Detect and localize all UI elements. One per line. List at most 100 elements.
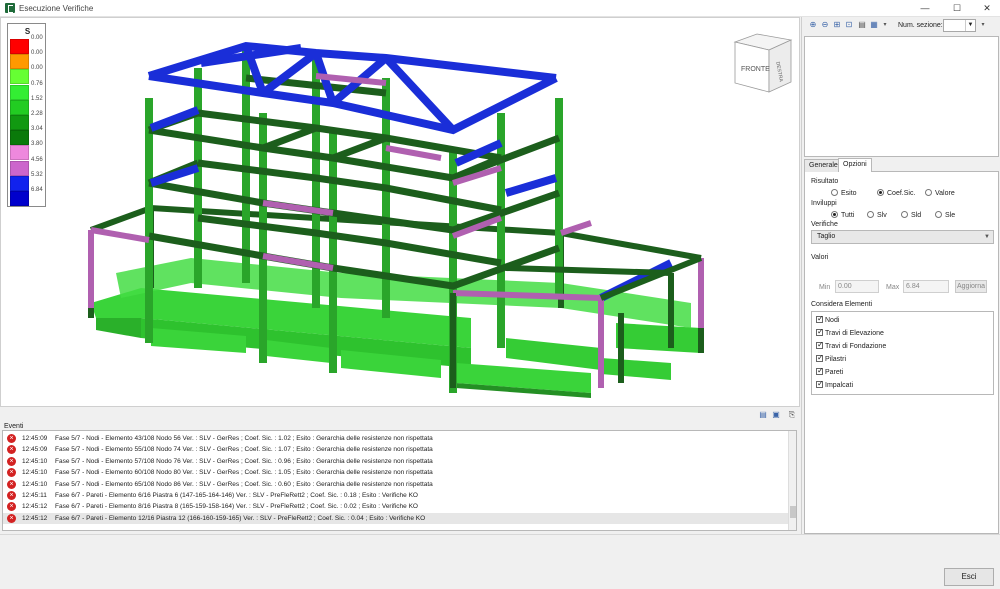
radio-icon (867, 211, 874, 218)
title-bar: Esecuzione Verifiche — ☐ ✕ (0, 0, 1000, 17)
legend-swatch (10, 54, 29, 70)
legend-value: 2.28 (31, 111, 43, 117)
events-scrollbar[interactable] (788, 431, 796, 530)
error-icon: × (7, 491, 16, 500)
max-label: Max (886, 284, 900, 291)
checkbox-impalcati[interactable]: Impalcati (816, 379, 853, 389)
event-time: 12:45:10 (22, 457, 48, 465)
verifiche-select[interactable]: Taglio ▼ (811, 230, 994, 244)
zoom-out-icon[interactable]: ⊖ (820, 20, 830, 30)
radio-esito[interactable]: Esito (831, 189, 857, 197)
error-icon: × (7, 479, 16, 489)
close-button[interactable]: ✕ (972, 0, 1000, 16)
overflow-icon[interactable]: ▾ (880, 20, 890, 30)
clear-events-icon[interactable]: ⎘ (787, 410, 797, 420)
max-input[interactable]: 6.84 (903, 280, 949, 293)
event-row[interactable]: × 12:45:12 Fase 6/7 - Pareti - Elemento 8/… (3, 501, 788, 512)
maximize-button[interactable]: ☐ (942, 0, 972, 16)
event-text: Fase 5/7 - Nodi - Elemento 57/108 Nodo 7… (55, 457, 433, 465)
legend-swatch (10, 84, 29, 100)
view-cube[interactable]: FRONTE DESTRA (731, 28, 796, 98)
legend-value: 1.52 (31, 95, 43, 102)
considera-label: Considera Elementi (811, 301, 873, 308)
radio-checked-icon (831, 211, 838, 218)
radio-icon (925, 189, 932, 196)
event-time: 12:45:12 (22, 503, 48, 511)
panel-tabs: Generale Opzioni (804, 158, 999, 173)
checkbox-checked-icon (816, 353, 824, 362)
legend-swatch (10, 99, 29, 115)
event-row[interactable]: × 12:45:09 Fase 5/7 - Nodi - Elemento 55/1… (3, 444, 788, 455)
event-row[interactable]: × 12:45:10 Fase 5/7 - Nodi - Elemento 65/1… (3, 479, 788, 490)
events-list: × 12:45:09 Fase 5/7 - Nodi - Elemento 43/1… (2, 430, 797, 531)
radio-coef-sic[interactable]: Coef.Sic. (877, 189, 915, 197)
footer-area (0, 534, 1000, 589)
events-toolbar: ▤ ▣ ⎘ (0, 407, 800, 422)
radio-icon (831, 189, 838, 196)
checkbox-pilastri[interactable]: Pilastri (816, 353, 846, 363)
print-icon[interactable]: ▤ (857, 20, 867, 30)
chevron-down-icon: ▼ (984, 234, 990, 240)
num-sezione-select[interactable]: ▼ (943, 19, 976, 32)
checkbox-travi-fondazione[interactable]: Travi di Fondazione (816, 340, 886, 350)
checkbox-pareti[interactable]: Pareti (816, 366, 843, 376)
legend-value: 0.00 (31, 35, 43, 41)
export-events-icon[interactable]: ▤ (758, 410, 768, 420)
checkbox-nodi[interactable]: Nodi (816, 314, 839, 324)
right-panel: ⊕ ⊖ ⊞ ⊡ ▤ ▦ ▾ Num. sezione: ▼ ▾ Generale… (801, 17, 1000, 534)
legend-swatch (10, 130, 29, 146)
event-text: Fase 5/7 - Nodi - Elemento 55/108 Nodo 7… (55, 446, 433, 454)
risultato-label: Risultato (811, 178, 839, 185)
event-row[interactable]: × 12:45:10 Fase 5/7 - Nodi - Elemento 60/1… (3, 467, 788, 478)
radio-icon (901, 211, 908, 218)
export-icon[interactable]: ▦ (869, 20, 879, 30)
window-title: Esecuzione Verifiche (19, 4, 94, 13)
legend-swatch (10, 115, 29, 130)
legend-value: 0.00 (31, 65, 43, 72)
event-time: 12:45:11 (22, 492, 47, 499)
checkbox-checked-icon (816, 366, 824, 375)
checkbox-travi-elevazione[interactable]: Travi di Elevazione (816, 327, 884, 337)
event-text: Fase 5/7 - Nodi - Elemento 65/108 Nodo 8… (55, 480, 433, 488)
legend-value: 3.04 (31, 126, 43, 133)
event-text: Fase 5/7 - Nodi - Elemento 43/108 Nodo 5… (55, 435, 433, 442)
sections-list[interactable] (804, 36, 999, 157)
legend-value: 0.76 (31, 80, 43, 87)
event-row[interactable]: × 12:45:10 Fase 5/7 - Nodi - Elemento 57/1… (3, 456, 788, 467)
model-viewport[interactable]: S 0.00 0.00 0.00 0.76 1.52 2.28 3.04 3.80 4.56 5.… (0, 17, 800, 407)
tab-opzioni[interactable]: Opzioni (838, 158, 872, 173)
cube-front-label: FRONTE (741, 66, 770, 73)
inviluppi-label: Inviluppi (811, 200, 837, 207)
event-text: Fase 6/7 - Pareti - Elemento 8/16 Piastr… (55, 503, 418, 511)
checkbox-checked-icon (816, 340, 824, 349)
error-icon: × (7, 434, 16, 443)
zoom-in-icon[interactable]: ⊕ (808, 20, 818, 30)
event-row[interactable]: × 12:45:11 Fase 6/7 - Pareti - Elemento 6/… (3, 490, 788, 501)
esci-button[interactable]: Esci (944, 568, 994, 586)
radio-slv[interactable]: Slv (867, 211, 887, 219)
legend-value: 0.00 (31, 50, 43, 57)
event-text: Fase 5/7 - Nodi - Elemento 60/108 Nodo 8… (55, 469, 433, 477)
event-time: 12:45:09 (22, 435, 48, 442)
min-input[interactable]: 0.00 (835, 280, 879, 293)
view-toolbar: ⊕ ⊖ ⊞ ⊡ ▤ ▦ ▾ Num. sezione: ▼ ▾ (802, 17, 1000, 35)
window-icon[interactable]: ▣ (771, 410, 781, 420)
scroll-thumb[interactable] (790, 506, 796, 518)
radio-sld[interactable]: Sld (901, 211, 921, 219)
tab-generale[interactable]: Generale (804, 159, 843, 172)
error-icon: × (7, 502, 16, 512)
zoom-fit-icon[interactable]: ⊡ (844, 20, 854, 30)
zoom-window-icon[interactable]: ⊞ (832, 20, 842, 30)
overflow-icon-2[interactable]: ▾ (978, 20, 988, 30)
event-row[interactable]: × 12:45:09 Fase 5/7 - Nodi - Elemento 43/1… (3, 433, 788, 444)
event-time: 12:45:09 (22, 446, 48, 454)
minimize-button[interactable]: — (910, 0, 940, 16)
event-row[interactable]: × 12:45:12 Fase 6/7 - Pareti - Elemento 12… (3, 512, 788, 524)
app-icon (5, 3, 15, 13)
event-time: 12:45:12 (22, 514, 48, 522)
radio-sle[interactable]: Sle (935, 211, 955, 219)
aggiorna-button[interactable]: Aggiorna (955, 280, 987, 293)
radio-tutti[interactable]: Tutti (831, 211, 854, 219)
radio-valore[interactable]: Valore (925, 189, 955, 197)
radio-icon (935, 211, 942, 218)
